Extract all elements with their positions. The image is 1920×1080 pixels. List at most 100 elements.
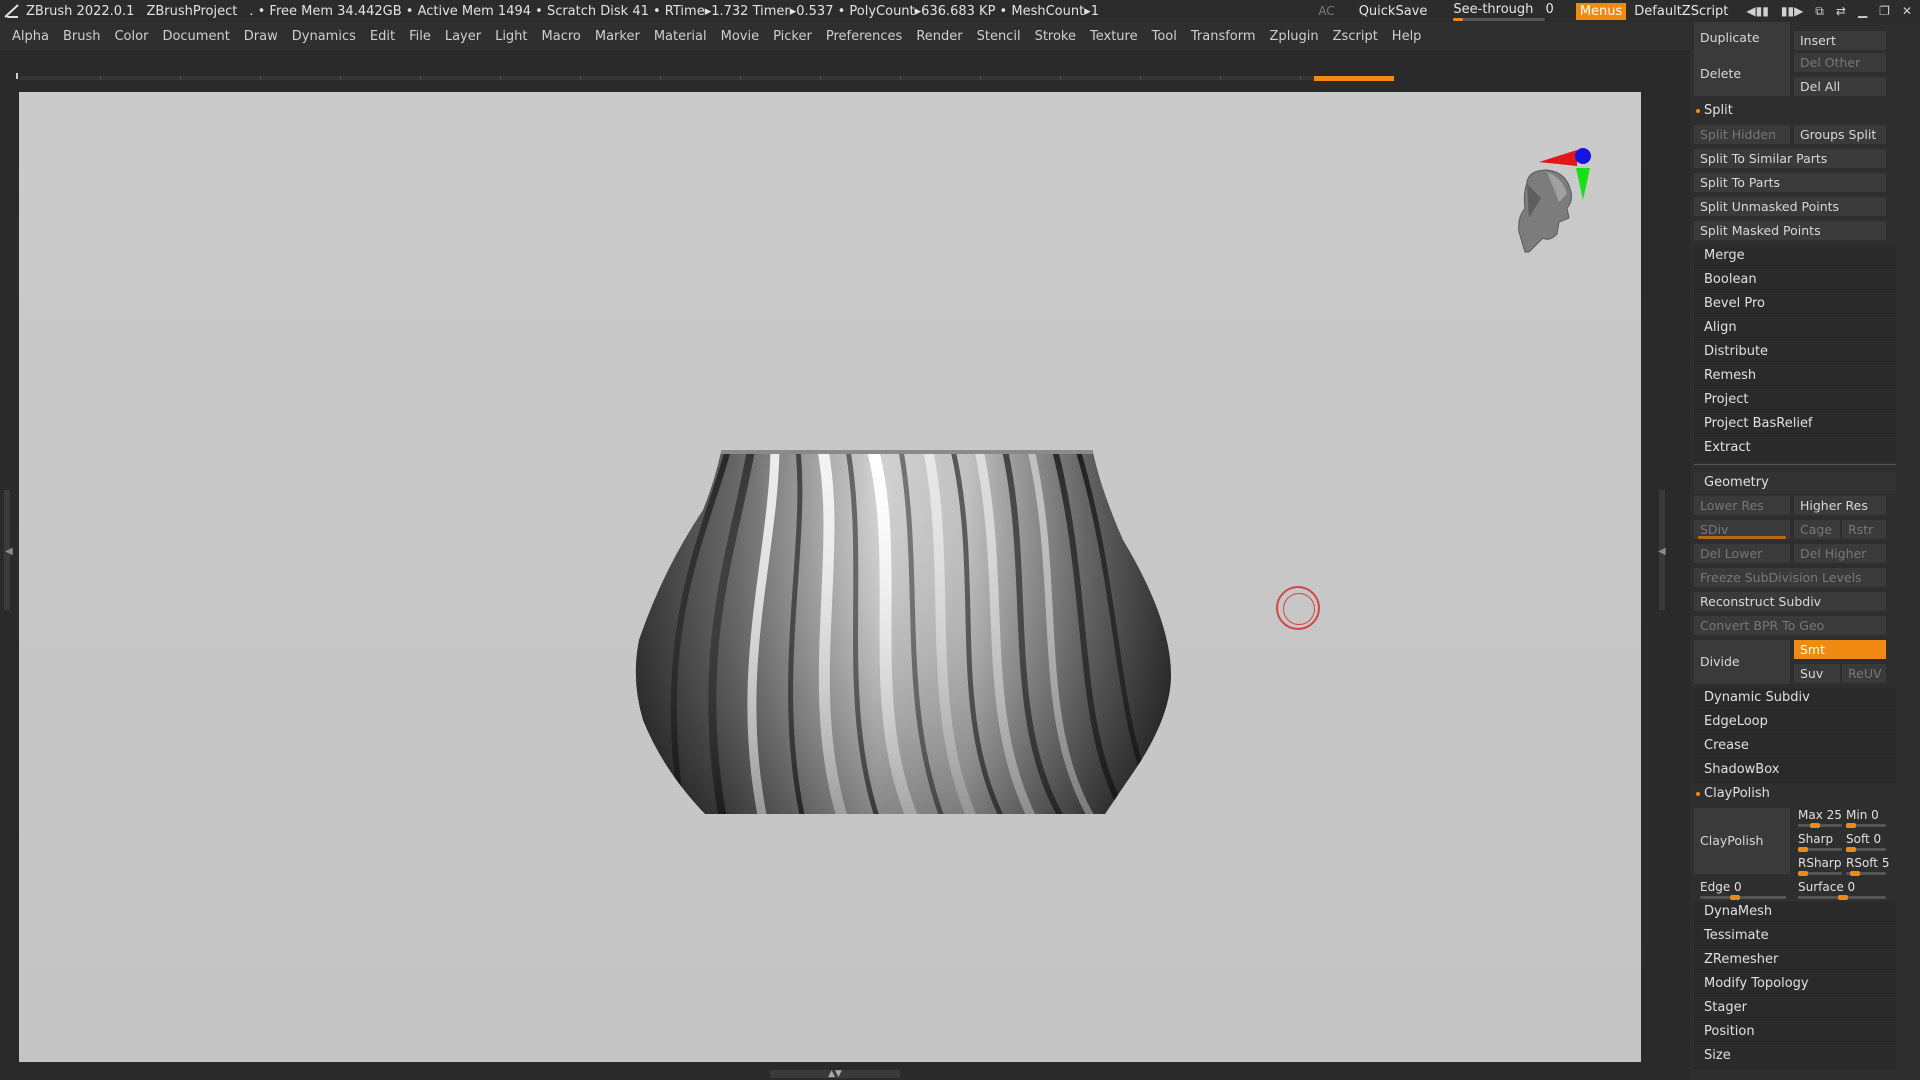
see-through-slider[interactable]: See-through 0 xyxy=(1453,2,1554,21)
menu-light[interactable]: Light xyxy=(495,29,527,44)
geometry-header[interactable]: Geometry xyxy=(1694,472,1896,494)
layout-next-icon[interactable]: ▮▮▶ xyxy=(1781,4,1803,18)
groups-split-button[interactable]: Groups Split xyxy=(1794,125,1886,144)
menu-color[interactable]: Color xyxy=(114,29,148,44)
sharp-slider[interactable] xyxy=(1798,847,1842,852)
delete-button[interactable]: Delete xyxy=(1694,52,1790,96)
project-basrelief-section[interactable]: Project BasRelief xyxy=(1694,414,1896,437)
position-section[interactable]: Position xyxy=(1694,1022,1896,1045)
claypolish-header[interactable]: ClayPolish xyxy=(1696,786,1770,801)
default-zscript-button[interactable]: DefaultZScript xyxy=(1634,4,1728,19)
divide-button[interactable]: Divide xyxy=(1694,640,1790,684)
reuv-toggle[interactable]: ReUV xyxy=(1842,664,1886,683)
ui-layout-icon[interactable]: ⧉ xyxy=(1815,4,1824,19)
viewport-canvas[interactable] xyxy=(19,92,1641,1062)
right-tray-arrow-icon[interactable]: ◀ xyxy=(1658,546,1666,557)
menu-draw[interactable]: Draw xyxy=(244,29,278,44)
lower-res-button[interactable]: Lower Res xyxy=(1694,496,1790,515)
menu-picker[interactable]: Picker xyxy=(773,29,812,44)
timeline-track[interactable] xyxy=(20,76,1390,80)
smt-toggle[interactable]: Smt xyxy=(1794,640,1886,659)
del-higher-button[interactable]: Del Higher xyxy=(1794,544,1886,563)
split-header[interactable]: Split xyxy=(1696,103,1733,118)
menu-tool[interactable]: Tool xyxy=(1152,29,1177,44)
del-other-button[interactable]: Del Other xyxy=(1794,53,1886,72)
suv-toggle[interactable]: Suv xyxy=(1794,664,1840,683)
quicksave-button[interactable]: QuickSave xyxy=(1359,4,1428,19)
minimize-icon[interactable]: ▁ xyxy=(1858,4,1867,18)
menu-edit[interactable]: Edit xyxy=(370,29,395,44)
edgeloop-section[interactable]: EdgeLoop xyxy=(1694,712,1896,735)
menu-zplugin[interactable]: Zplugin xyxy=(1270,29,1319,44)
rsharp-slider[interactable] xyxy=(1798,871,1842,876)
close-icon[interactable]: ✕ xyxy=(1902,4,1912,18)
ui-swap-icon[interactable]: ⇄ xyxy=(1836,4,1846,18)
bevel-pro-section[interactable]: Bevel Pro xyxy=(1694,294,1896,317)
boolean-section[interactable]: Boolean xyxy=(1694,270,1896,293)
split-masked-button[interactable]: Split Masked Points xyxy=(1694,221,1886,240)
project-section[interactable]: Project xyxy=(1694,390,1896,413)
surface-slider[interactable] xyxy=(1798,895,1886,900)
vase-3d-model[interactable] xyxy=(623,450,1183,820)
ac-label[interactable]: AC xyxy=(1318,4,1334,18)
left-tray-arrow-icon[interactable]: ◀ xyxy=(5,546,13,557)
size-section[interactable]: Size xyxy=(1694,1046,1896,1069)
menu-brush[interactable]: Brush xyxy=(63,29,101,44)
menu-layer[interactable]: Layer xyxy=(445,29,481,44)
restore-icon[interactable]: ❐ xyxy=(1879,4,1890,18)
menu-dynamics[interactable]: Dynamics xyxy=(292,29,356,44)
menu-texture[interactable]: Texture xyxy=(1090,29,1138,44)
rsoft-slider[interactable] xyxy=(1846,871,1886,876)
cage-button[interactable]: Cage xyxy=(1794,520,1840,539)
bottom-tray-handle[interactable]: ▲▼ xyxy=(770,1069,900,1079)
crease-section[interactable]: Crease xyxy=(1694,736,1896,759)
menu-stencil[interactable]: Stencil xyxy=(977,29,1021,44)
del-lower-button[interactable]: Del Lower xyxy=(1694,544,1790,563)
split-hidden-button[interactable]: Split Hidden xyxy=(1694,125,1790,144)
menu-material[interactable]: Material xyxy=(654,29,707,44)
min-slider[interactable] xyxy=(1846,823,1886,828)
menus-toggle-button[interactable]: Menus xyxy=(1575,2,1627,20)
align-section[interactable]: Align xyxy=(1694,318,1896,341)
rstr-button[interactable]: Rstr xyxy=(1842,520,1886,539)
max-slider[interactable] xyxy=(1798,823,1842,828)
distribute-section[interactable]: Distribute xyxy=(1694,342,1896,365)
freeze-subdiv-button[interactable]: Freeze SubDivision Levels xyxy=(1694,568,1886,587)
insert-button[interactable]: Insert xyxy=(1794,31,1886,50)
menu-help[interactable]: Help xyxy=(1392,29,1422,44)
split-similar-parts-button[interactable]: Split To Similar Parts xyxy=(1694,149,1886,168)
stager-section[interactable]: Stager xyxy=(1694,998,1896,1021)
menu-transform[interactable]: Transform xyxy=(1191,29,1256,44)
menu-preferences[interactable]: Preferences xyxy=(826,29,902,44)
menu-alpha[interactable]: Alpha xyxy=(12,29,49,44)
zremesher-section[interactable]: ZRemesher xyxy=(1694,950,1896,973)
modify-topology-section[interactable]: Modify Topology xyxy=(1694,974,1896,997)
menu-zscript[interactable]: Zscript xyxy=(1333,29,1378,44)
navigation-head-gizmo[interactable] xyxy=(1489,122,1599,262)
higher-res-button[interactable]: Higher Res xyxy=(1794,496,1886,515)
layout-prev-icon[interactable]: ◀▮▮ xyxy=(1746,4,1768,18)
menu-marker[interactable]: Marker xyxy=(595,29,640,44)
shadowbox-section[interactable]: ShadowBox xyxy=(1694,760,1896,783)
split-to-parts-button[interactable]: Split To Parts xyxy=(1694,173,1886,192)
menu-movie[interactable]: Movie xyxy=(721,29,759,44)
reconstruct-subdiv-button[interactable]: Reconstruct Subdiv xyxy=(1694,592,1886,611)
merge-section[interactable]: Merge xyxy=(1694,246,1896,269)
menu-render[interactable]: Render xyxy=(916,29,962,44)
split-unmasked-button[interactable]: Split Unmasked Points xyxy=(1694,197,1886,216)
menu-file[interactable]: File xyxy=(409,29,431,44)
timeline-indicator[interactable] xyxy=(1314,76,1394,81)
convert-bpr-button[interactable]: Convert BPR To Geo xyxy=(1694,616,1886,635)
menu-document[interactable]: Document xyxy=(162,29,229,44)
edge-slider[interactable] xyxy=(1700,895,1786,900)
del-all-button[interactable]: Del All xyxy=(1794,77,1886,96)
remesh-section[interactable]: Remesh xyxy=(1694,366,1896,389)
claypolish-button[interactable]: ClayPolish xyxy=(1694,808,1790,874)
soft-slider[interactable] xyxy=(1846,847,1886,852)
menu-macro[interactable]: Macro xyxy=(542,29,581,44)
menu-stroke[interactable]: Stroke xyxy=(1035,29,1076,44)
dynamesh-section[interactable]: DynaMesh xyxy=(1694,902,1896,925)
tessimate-section[interactable]: Tessimate xyxy=(1694,926,1896,949)
extract-section[interactable]: Extract xyxy=(1694,438,1896,461)
dynamic-subdiv-section[interactable]: Dynamic Subdiv xyxy=(1694,688,1896,711)
